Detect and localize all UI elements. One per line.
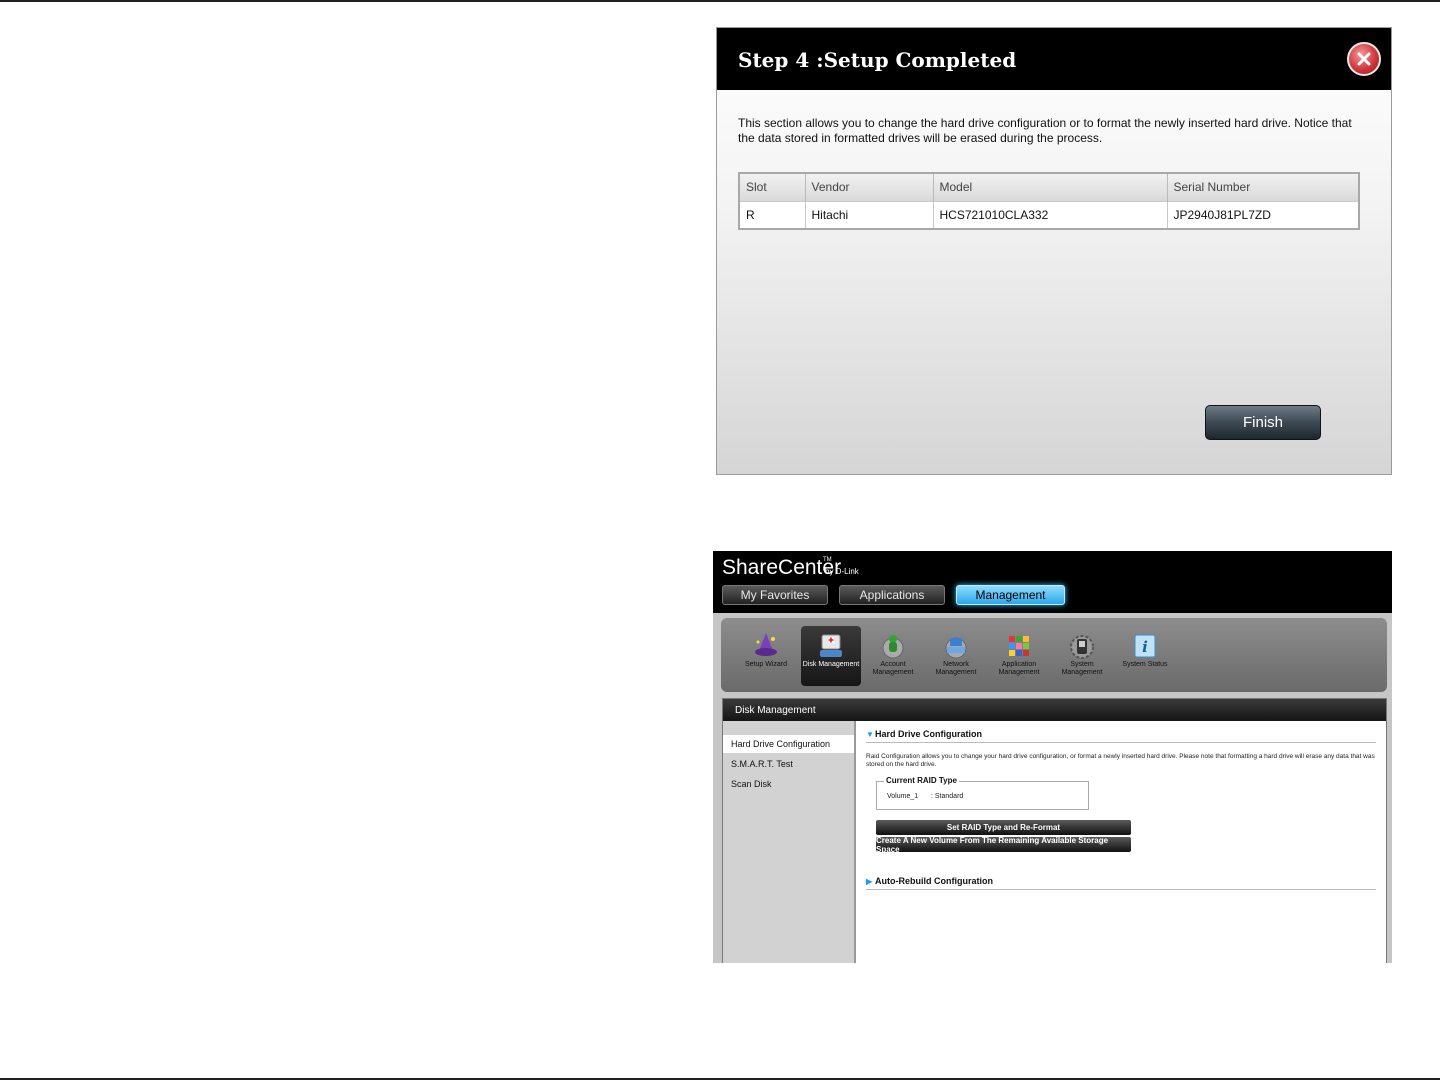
section-hard-drive-configuration[interactable]: ▼Hard Drive Configuration (866, 729, 1376, 743)
close-icon[interactable] (1347, 42, 1381, 76)
section-auto-rebuild[interactable]: ▶ Auto-Rebuild Configuration (866, 876, 1376, 890)
dialog-header: Step 4 :Setup Completed (717, 28, 1391, 90)
tool-label: System Status (1122, 661, 1168, 668)
raid-legend: Current RAID Type (884, 776, 959, 785)
tool-label: System Management (1061, 661, 1103, 676)
cell-slot: R (739, 200, 806, 229)
tool-label: Application Management (998, 661, 1040, 676)
col-vendor: Vendor (805, 173, 934, 201)
wizard-icon (755, 633, 777, 656)
tool-label: Disk Management (802, 661, 860, 668)
tab-applications[interactable]: Applications (839, 585, 945, 605)
tool-setup-wizard[interactable]: Setup Wizard (736, 626, 796, 686)
cell-vendor: Hitachi (805, 200, 934, 229)
sidebar-item-hard-drive-configuration[interactable]: Hard Drive Configuration (723, 735, 854, 753)
cell-model: HCS721010CLA332 (933, 200, 1168, 229)
tool-label: Setup Wizard (744, 661, 788, 668)
disk-icon (820, 634, 842, 657)
tool-label: Network Management (935, 661, 977, 676)
application-icon (1009, 636, 1029, 656)
table-header-row: Slot Vendor Model Serial Number (739, 173, 1359, 201)
system-icon (1070, 635, 1094, 659)
main-content: ▼Hard Drive Configuration Raid Configura… (866, 729, 1378, 959)
dialog-description: This section allows you to change the ha… (738, 116, 1352, 145)
col-serial-number: Serial Number (1167, 173, 1359, 201)
svg-text:i: i (1142, 638, 1148, 656)
tab-my-favorites[interactable]: My Favorites (722, 585, 828, 605)
info-icon: i (1134, 634, 1156, 658)
tool-disk-management[interactable]: Disk Management (801, 626, 861, 686)
sidebar-item-smart-test[interactable]: S.M.A.R.T. Test (723, 755, 854, 773)
section-title: Auto-Rebuild Configuration (875, 876, 993, 886)
current-raid-box: Current RAID Type Volume_1 : Standard (876, 776, 1089, 810)
col-slot: Slot (739, 173, 806, 201)
tab-management[interactable]: Management (956, 585, 1065, 605)
brand-byline: by D-Link (825, 567, 859, 576)
panel-title: Disk Management (723, 699, 1386, 721)
raid-value: : Standard (931, 793, 964, 800)
sidebar: Hard Drive Configuration S.M.A.R.T. Test… (723, 721, 856, 963)
tool-system-management[interactable]: System Management (1052, 626, 1112, 686)
raid-volume: Volume_1 (887, 793, 919, 800)
management-toolbar: Setup Wizard Disk Management Account Man… (721, 618, 1387, 692)
disk-table: Slot Vendor Model Serial Number R Hitach… (738, 172, 1360, 230)
app-header: ShareCenter TM by D-Link My Favorites Ap… (713, 551, 1392, 613)
account-icon (882, 635, 904, 659)
network-icon (945, 637, 967, 659)
disk-management-panel: Disk Management Hard Drive Configuration… (722, 698, 1387, 963)
setup-completed-dialog: Step 4 :Setup Completed This section all… (716, 27, 1392, 475)
col-model: Model (933, 173, 1168, 201)
section-title: Hard Drive Configuration (875, 729, 983, 739)
bottom-rule (0, 1078, 1440, 1080)
table-row[interactable]: R Hitachi HCS721010CLA332 JP2940J81PL7ZD (739, 200, 1359, 229)
top-rule (0, 0, 1440, 2)
set-raid-button[interactable]: Set RAID Type and Re-Format (876, 820, 1131, 835)
tool-account-management[interactable]: Account Management (863, 626, 923, 686)
brand-trademark: TM (823, 557, 832, 563)
tool-network-management[interactable]: Network Management (926, 626, 986, 686)
finish-button[interactable]: Finish (1205, 405, 1321, 440)
dialog-title: Step 4 :Setup Completed (738, 48, 1017, 72)
sharecenter-window: ShareCenter TM by D-Link My Favorites Ap… (713, 551, 1392, 963)
create-volume-button[interactable]: Create A New Volume From The Remaining A… (876, 836, 1131, 854)
collapsed-triangle-icon: ▶ (866, 877, 873, 886)
section-description: Raid Configuration allows you to change … (866, 753, 1375, 768)
expanded-triangle-icon: ▼ (866, 730, 874, 739)
tool-application-management[interactable]: Application Management (989, 626, 1049, 686)
cell-serial-number: JP2940J81PL7ZD (1167, 200, 1359, 229)
tool-label: Account Management (872, 661, 914, 676)
sidebar-item-scan-disk[interactable]: Scan Disk (723, 775, 854, 793)
tool-system-status[interactable]: i System Status (1115, 626, 1175, 686)
